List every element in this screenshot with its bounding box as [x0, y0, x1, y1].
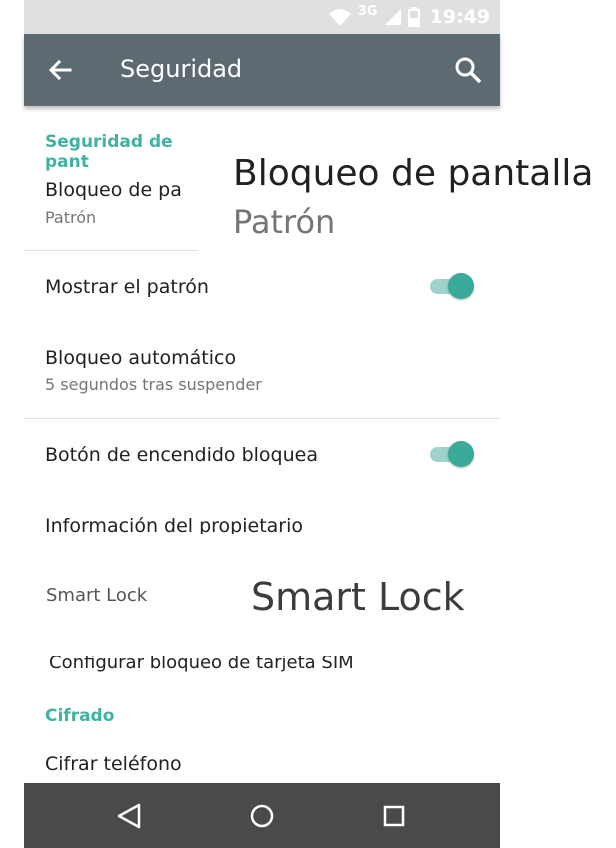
wifi-icon — [328, 9, 351, 26]
square-recents-icon[interactable] — [377, 799, 411, 833]
encrypt-phone-title[interactable]: Cifrar teléfono — [45, 753, 182, 775]
screen-lock-clip: Seguridad de pant Bloqueo de pa Patrón — [24, 120, 198, 240]
power-button-locks-toggle[interactable] — [428, 440, 476, 468]
owner-info-title[interactable]: Información del propietario — [45, 515, 303, 534]
show-pattern-toggle[interactable] — [428, 272, 476, 300]
sim-lock-clip: Configurar bloqueo de tarjeta SIM — [24, 656, 364, 676]
search-icon[interactable] — [452, 54, 484, 86]
battery-icon — [407, 7, 420, 27]
section-header-encryption: Cifrado — [45, 706, 115, 726]
owner-info-clip: Información del propietario — [24, 510, 324, 534]
page-title: Seguridad — [120, 55, 243, 83]
network-type: 3G — [357, 3, 378, 19]
section-header-screen-security: Seguridad de pant — [45, 132, 173, 172]
triangle-back-icon[interactable] — [112, 799, 146, 833]
status-bar: 3G 19:49 — [24, 0, 500, 34]
signal-icon — [384, 9, 401, 25]
screen-lock-subtitle: Patrón — [45, 208, 97, 227]
auto-lock-subtitle: 5 segundos tras suspender — [45, 375, 262, 394]
circle-home-icon[interactable] — [245, 799, 279, 833]
toggle-thumb — [448, 441, 474, 467]
screen-lock-zoom-subtitle: Patrón — [233, 203, 336, 241]
navigation-bar — [24, 783, 500, 848]
screen-lock-title[interactable]: Bloqueo de pa — [45, 179, 182, 201]
auto-lock-title[interactable]: Bloqueo automático — [45, 347, 236, 369]
smart-lock-title[interactable]: Smart Lock — [46, 585, 147, 606]
arrow-left-icon[interactable] — [44, 54, 76, 86]
status-icons: 3G 19:49 — [328, 4, 490, 30]
smart-lock-zoom: Smart Lock — [251, 575, 465, 619]
screen-lock-zoom-title: Bloqueo de pantalla — [233, 153, 594, 194]
clock: 19:49 — [429, 6, 490, 28]
sim-lock-title[interactable]: Configurar bloqueo de tarjeta SIM — [49, 656, 354, 673]
toggle-thumb — [448, 273, 474, 299]
app-bar: Seguridad — [24, 34, 500, 106]
divider — [24, 250, 198, 251]
power-button-locks-label: Botón de encendido bloquea — [45, 444, 318, 466]
show-pattern-label: Mostrar el patrón — [45, 276, 209, 298]
divider — [24, 418, 500, 419]
